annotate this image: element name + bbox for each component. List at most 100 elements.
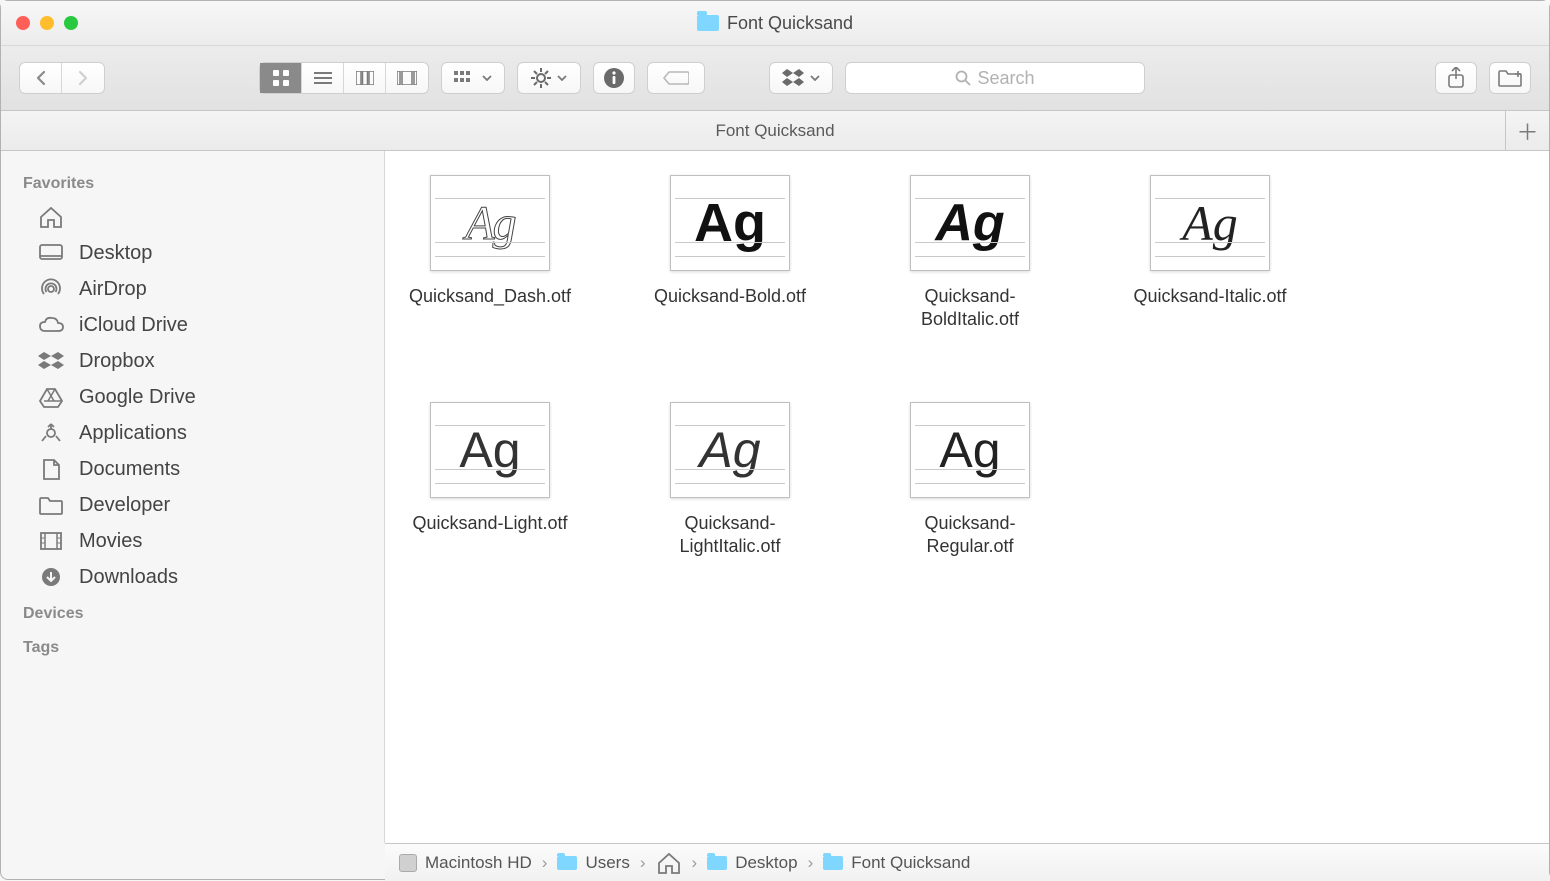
sidebar-item-label: Applications	[79, 422, 187, 445]
dropbox-button[interactable]	[769, 62, 833, 94]
share-button[interactable]	[1435, 62, 1477, 94]
minimize-button[interactable]	[40, 16, 54, 30]
path-crumb[interactable]: Desktop	[707, 853, 797, 873]
file-name: Quicksand-BoldItalic.otf	[885, 285, 1055, 332]
file-name: Quicksand-Regular.otf	[885, 512, 1055, 559]
hd-icon	[399, 854, 417, 872]
documents-icon	[37, 457, 65, 481]
sidebar-item-label: Documents	[79, 458, 180, 481]
sidebar-item-label: AirDrop	[79, 278, 147, 301]
path-label: Font Quicksand	[851, 853, 970, 873]
path-label: Desktop	[735, 853, 797, 873]
back-button[interactable]	[20, 63, 62, 93]
apps-icon	[37, 421, 65, 445]
folder-icon	[697, 15, 719, 31]
font-thumbnail: Ag	[910, 402, 1030, 498]
path-crumb[interactable]	[656, 852, 682, 874]
path-crumb[interactable]: Macintosh HD	[399, 853, 532, 873]
column-view-button[interactable]	[344, 63, 386, 93]
sidebar: Favorites Desktop AirDrop iCloud Drive Dropb…	[1, 151, 385, 843]
group-button[interactable]	[441, 62, 505, 94]
new-tab-button[interactable]: ＋	[1505, 111, 1549, 150]
file-name: Quicksand-Bold.otf	[654, 285, 806, 308]
file-name: Quicksand-LightItalic.otf	[645, 512, 815, 559]
tab-bar: Font Quicksand ＋	[1, 111, 1549, 151]
sidebar-item-documents[interactable]: Documents	[1, 451, 384, 487]
downloads-icon	[37, 565, 65, 589]
sidebar-item-dropbox[interactable]: Dropbox	[1, 343, 384, 379]
chevron-right-icon: ›	[542, 853, 548, 873]
sidebar-item-label: Movies	[79, 530, 142, 553]
sidebar-section-tags: Tags	[1, 629, 384, 663]
sidebar-item-downloads[interactable]: Downloads	[1, 559, 384, 595]
sidebar-item-label: iCloud Drive	[79, 314, 188, 337]
file-item[interactable]: Ag Quicksand_Dash.otf	[405, 175, 575, 332]
font-thumbnail: Ag	[430, 175, 550, 271]
icon-view-button[interactable]	[260, 63, 302, 93]
window-controls	[16, 16, 78, 30]
list-view-button[interactable]	[302, 63, 344, 93]
tags-button[interactable]	[647, 62, 705, 94]
path-label: Users	[585, 853, 629, 873]
sidebar-item-label: Developer	[79, 494, 170, 517]
sidebar-item-google-drive[interactable]: Google Drive	[1, 379, 384, 415]
zoom-button[interactable]	[64, 16, 78, 30]
sidebar-section-devices: Devices	[1, 595, 384, 629]
tab-label[interactable]: Font Quicksand	[715, 121, 834, 141]
sidebar-item-label: Google Drive	[79, 386, 196, 409]
gdrive-icon	[37, 385, 65, 409]
window-title: Font Quicksand	[697, 13, 853, 34]
window-title-text: Font Quicksand	[727, 13, 853, 34]
close-button[interactable]	[16, 16, 30, 30]
file-item[interactable]: Ag Quicksand-Light.otf	[405, 402, 575, 559]
dropbox-icon	[37, 349, 65, 373]
movies-icon	[37, 529, 65, 553]
file-item[interactable]: Ag Quicksand-Italic.otf	[1125, 175, 1295, 332]
file-name: Quicksand-Italic.otf	[1133, 285, 1286, 308]
file-name: Quicksand-Light.otf	[412, 512, 567, 535]
file-item[interactable]: Ag Quicksand-Regular.otf	[885, 402, 1055, 559]
titlebar: Font Quicksand	[1, 1, 1549, 46]
folder-icon	[557, 856, 577, 870]
view-segment	[259, 62, 429, 94]
font-thumbnail: Ag	[670, 402, 790, 498]
chevron-right-icon: ›	[640, 853, 646, 873]
file-item[interactable]: Ag Quicksand-BoldItalic.otf	[885, 175, 1055, 332]
path-crumb[interactable]: Users	[557, 853, 629, 873]
file-name: Quicksand_Dash.otf	[409, 285, 571, 308]
file-item[interactable]: AgQuicksand-Bold.otf	[645, 175, 815, 332]
font-thumbnail: Ag	[1150, 175, 1270, 271]
search-field[interactable]: Search	[845, 62, 1145, 94]
sidebar-item-airdrop[interactable]: AirDrop	[1, 271, 384, 307]
cloud-icon	[37, 313, 65, 337]
chevron-right-icon: ›	[692, 853, 698, 873]
search-placeholder: Search	[977, 68, 1034, 89]
sidebar-item-desktop[interactable]: Desktop	[1, 235, 384, 271]
nav-segment	[19, 62, 105, 94]
path-label: Macintosh HD	[425, 853, 532, 873]
home-icon	[37, 205, 65, 229]
toolbar: Search	[1, 46, 1549, 111]
sidebar-item-icloud-drive[interactable]: iCloud Drive	[1, 307, 384, 343]
folder-icon	[823, 856, 843, 870]
sidebar-item-developer[interactable]: Developer	[1, 487, 384, 523]
path-crumb[interactable]: Font Quicksand	[823, 853, 970, 873]
file-item[interactable]: Ag Quicksand-LightItalic.otf	[645, 402, 815, 559]
search-icon	[955, 70, 971, 86]
sidebar-item-label: Downloads	[79, 566, 178, 589]
font-thumbnail: Ag	[910, 175, 1030, 271]
font-thumbnail: Ag	[430, 402, 550, 498]
sidebar-item-applications[interactable]: Applications	[1, 415, 384, 451]
forward-button[interactable]	[62, 63, 104, 93]
gallery-view-button[interactable]	[386, 63, 428, 93]
desktop-icon	[37, 241, 65, 265]
action-button[interactable]	[517, 62, 581, 94]
sidebar-item-home[interactable]	[1, 199, 384, 235]
file-content[interactable]: AgQuicksand_Dash.otfAgQuicksand-Bold.otf…	[385, 151, 1549, 843]
sidebar-item-label: Desktop	[79, 242, 152, 265]
sidebar-item-movies[interactable]: Movies	[1, 523, 384, 559]
home-icon	[656, 852, 682, 874]
sidebar-section-favorites: Favorites	[1, 165, 384, 199]
new-folder-button[interactable]	[1489, 62, 1531, 94]
info-button[interactable]	[593, 62, 635, 94]
